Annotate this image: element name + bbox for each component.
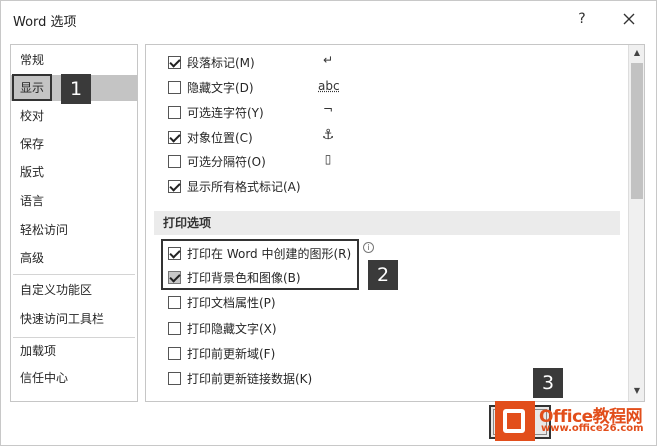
option-label: 隐藏文字(D)	[187, 80, 254, 95]
callout-1: 1	[61, 74, 91, 104]
office-logo-icon	[495, 401, 535, 441]
optional-breaks-checkbox[interactable]	[168, 154, 181, 168]
option-hidden-text[interactable]: 隐藏文字(D)	[168, 77, 254, 97]
option-object-anchors[interactable]: 对象位置(C)	[168, 127, 253, 147]
display-selection-highlight	[12, 74, 52, 101]
object-anchors-checkbox[interactable]	[168, 130, 181, 144]
sidebar-item-general[interactable]: 常规	[11, 47, 137, 73]
hidden-text-icon: abc	[318, 79, 340, 93]
optional-break-icon: ▯	[324, 152, 332, 166]
watermark-url: www.office26.com	[541, 423, 644, 434]
option-label: 打印文档属性(P)	[187, 295, 276, 310]
option-update-linked-data[interactable]: 打印前更新链接数据(K)	[168, 368, 312, 388]
print-options-highlight	[161, 239, 359, 290]
dialog-title: Word 选项	[13, 15, 77, 30]
help-button[interactable]: ?	[571, 9, 593, 29]
sidebar-divider	[13, 274, 135, 275]
sidebar-item-layout[interactable]: 版式	[11, 159, 137, 185]
sidebar-item-language[interactable]: 语言	[11, 188, 137, 214]
show-all-formatting-checkbox[interactable]	[168, 179, 181, 193]
option-print-hidden-text[interactable]: 打印隐藏文字(X)	[168, 318, 277, 338]
sidebar-item-quick-access-toolbar[interactable]: 快速访问工具栏	[11, 306, 137, 332]
option-label: 打印前更新链接数据(K)	[187, 371, 313, 386]
close-button[interactable]	[617, 8, 641, 30]
update-fields-checkbox[interactable]	[168, 346, 181, 360]
scroll-thumb[interactable]	[631, 63, 643, 199]
callout-2: 2	[368, 260, 398, 290]
option-label: 可选连字符(Y)	[187, 105, 264, 120]
sidebar-item-proofing[interactable]: 校对	[11, 103, 137, 129]
sidebar-item-advanced[interactable]: 高级	[11, 245, 137, 271]
sidebar-item-customize-ribbon[interactable]: 自定义功能区	[11, 277, 137, 303]
callout-3: 3	[533, 368, 563, 398]
option-label: 显示所有格式标记(A)	[187, 179, 301, 194]
anchor-icon: ⚓	[321, 127, 335, 143]
scroll-down-arrow-icon[interactable]: ▼	[629, 383, 644, 399]
optional-hyphens-checkbox[interactable]	[168, 105, 181, 119]
options-content-panel: 段落标记(M) ↵ 隐藏文字(D) abc 可选连字符(Y) ¬ 对象位置(C)…	[145, 44, 645, 402]
option-show-all-formatting[interactable]: 显示所有格式标记(A)	[168, 176, 301, 196]
option-label: 打印前更新域(F)	[187, 346, 276, 361]
option-label: 打印隐藏文字(X)	[187, 321, 277, 336]
paragraph-mark-icon: ↵	[322, 53, 334, 67]
option-optional-hyphens[interactable]: 可选连字符(Y)	[168, 102, 264, 122]
content-scrollbar[interactable]: ▲ ▼	[628, 45, 644, 401]
sidebar-item-accessibility[interactable]: 轻松访问	[11, 217, 137, 243]
option-label: 段落标记(M)	[187, 55, 255, 70]
watermark: Office教程网 www.office26.com	[495, 399, 655, 443]
print-document-properties-checkbox[interactable]	[168, 295, 181, 309]
sidebar-item-save[interactable]: 保存	[11, 131, 137, 157]
info-icon: i	[363, 242, 374, 253]
print-hidden-text-checkbox[interactable]	[168, 321, 181, 335]
word-options-dialog: Word 选项 ? 常规 显示 校对 保存 版式 语言 轻松访问 高级 自定义功…	[0, 0, 657, 446]
paragraph-marks-checkbox[interactable]	[168, 55, 181, 69]
option-label: 对象位置(C)	[187, 130, 253, 145]
option-print-document-properties[interactable]: 打印文档属性(P)	[168, 292, 276, 312]
hidden-text-checkbox[interactable]	[168, 80, 181, 94]
option-paragraph-marks[interactable]: 段落标记(M)	[168, 52, 255, 72]
update-linked-data-checkbox[interactable]	[168, 371, 181, 385]
optional-hyphen-icon: ¬	[322, 102, 334, 116]
close-icon	[623, 13, 635, 25]
option-optional-breaks[interactable]: 可选分隔符(O)	[168, 151, 266, 171]
sidebar-item-trust-center[interactable]: 信任中心	[11, 365, 137, 391]
sidebar-item-add-ins[interactable]: 加载项	[11, 338, 137, 364]
title-bar: Word 选项 ?	[1, 1, 656, 37]
scroll-up-arrow-icon[interactable]: ▲	[629, 45, 644, 61]
office-logo-shape	[503, 409, 525, 433]
option-update-fields[interactable]: 打印前更新域(F)	[168, 343, 275, 363]
print-options-header: 打印选项	[154, 211, 620, 235]
option-label: 可选分隔符(O)	[187, 154, 266, 169]
